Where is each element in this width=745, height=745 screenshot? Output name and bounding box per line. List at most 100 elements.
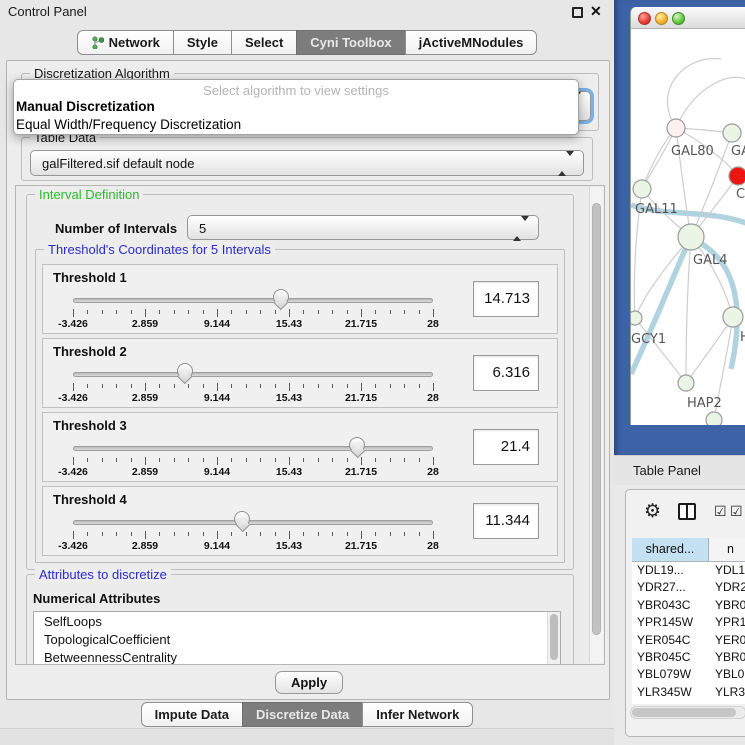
tab-discretize-data[interactable]: Discretize Data [242,702,363,727]
dropdown-option-equal-width-frequency[interactable]: Equal Width/Frequency Discretization [16,117,241,132]
table-row[interactable]: YIL052CYIL0 [632,701,745,704]
tab-style[interactable]: Style [173,30,232,55]
threshold-value-field[interactable]: 11.344 [473,503,539,539]
close-icon[interactable]: ✕ [590,3,602,20]
attribute-list-item[interactable]: TopologicalCoefficient [34,630,560,648]
network-icon [91,36,104,49]
app-root: Control Panel ✕ Network Style Select Cyn… [0,0,745,745]
network-node-label: HAP2 [687,396,722,411]
tab-jactivemnodules[interactable]: jActiveMNodules [405,30,538,55]
num-intervals-label: Number of Intervals [55,221,177,236]
dropdown-option-manual-discretization[interactable]: Manual Discretization [16,99,155,114]
zoom-traffic-light-icon[interactable] [672,12,685,25]
slider-thumb[interactable] [349,437,365,453]
slider-ticks [73,457,433,466]
vertical-scrollbar[interactable] [589,187,603,663]
scrollbar-thumb[interactable] [592,203,601,635]
tab-cyni-toolbox[interactable]: Cyni Toolbox [296,30,405,55]
table-panel: Table Panel ⚙ ☑ ☑ shared... n YDL19...YD… [614,455,745,745]
table-panel-titlebar: Table Panel [614,455,745,485]
float-window-icon[interactable] [572,7,583,18]
slider-track[interactable] [73,372,433,377]
slider-tick-labels: -3.4262.8599.14415.4321.71528 [73,466,433,478]
scrollbar-thumb[interactable] [632,708,736,717]
group-title: Interval Definition [35,187,143,202]
table-row[interactable]: YPR145WYPR1 [632,614,745,631]
slider-ticks [73,383,433,392]
table-data-combobox[interactable]: galFiltered.sif default node [30,150,584,176]
threshold-value-field[interactable]: 21.4 [473,429,539,465]
combo-value: galFiltered.sif default node [42,156,194,171]
network-node[interactable] [631,311,642,325]
table-row[interactable]: YER054CYER0 [632,632,745,649]
threshold-panel: Threshold 4-3.4262.8599.14415.4321.71528… [42,486,558,556]
table-toolbar: ⚙ ☑ ☑ [626,490,745,534]
checkbox-icon[interactable]: ☑ [714,503,727,520]
checkbox-icon[interactable]: ☑ [730,503,743,520]
tab-impute-data[interactable]: Impute Data [141,702,243,727]
column-header-name[interactable]: n [709,538,745,561]
network-node-label: GAL4 [693,253,727,268]
top-tab-bar: Network Style Select Cyni Toolbox jActiv… [0,30,614,55]
scrollbar-thumb[interactable] [550,614,558,660]
cyni-toolbox-content: Discretization Algorithm Select algorith… [6,60,610,700]
network-view-window: GAL80GACGAL11GAL4GCY1HHAP2 [630,7,745,425]
slider-track[interactable] [73,446,433,451]
settings-viewport: Interval Definition Number of Intervals … [15,185,605,665]
attribute-list-item[interactable]: BetweennessCentrality [34,648,560,665]
network-edge [676,77,745,128]
tab-label: Select [245,31,283,54]
tab-label: Discretize Data [256,703,349,726]
table-panel-box: ⚙ ☑ ☑ shared... n YDL19...YDL1YDR27...YD… [625,489,745,737]
panel-title: Control Panel [8,4,87,19]
table-row[interactable]: YLR345WYLR3 [632,684,745,701]
threshold-value-field[interactable]: 14.713 [473,281,539,317]
slider-thumb[interactable] [273,289,289,305]
close-traffic-light-icon[interactable] [638,12,651,25]
network-node[interactable] [706,412,722,425]
threshold-label: Threshold 2 [53,344,127,359]
table-row[interactable]: YBR045CYBR0 [632,649,745,666]
threshold-value-field[interactable]: 6.316 [473,355,539,391]
dropdown-placeholder: Select algorithm to view settings [14,83,578,98]
columns-icon[interactable] [678,503,696,520]
slider-track[interactable] [73,520,433,525]
tab-select[interactable]: Select [231,30,297,55]
network-node[interactable] [678,375,694,391]
numerical-attributes-list[interactable]: SelfLoopsTopologicalCoefficientBetweenne… [33,611,561,665]
combo-arrows-icon [513,221,529,236]
network-node[interactable] [678,224,704,250]
apply-button[interactable]: Apply [275,671,343,694]
table-row[interactable]: YBL079WYBL0 [632,666,745,683]
minimize-traffic-light-icon[interactable] [655,12,668,25]
slider-track[interactable] [73,298,433,303]
slider-thumb[interactable] [177,363,193,379]
attribute-list-item[interactable]: SelfLoops [34,612,560,630]
column-header-shared-name[interactable]: shared... [632,538,709,561]
slider-tick-labels: -3.4262.8599.14415.4321.71528 [73,318,433,330]
network-node[interactable] [729,167,745,185]
network-node-label: GA [731,144,745,159]
slider-thumb[interactable] [234,511,250,527]
table-row[interactable]: YBR043CYBR0 [632,597,745,614]
table-row[interactable]: YDL19...YDL1 [632,562,745,579]
tab-label: Impute Data [155,703,229,726]
threshold-label: Threshold 1 [53,270,127,285]
tab-network[interactable]: Network [77,30,174,55]
combo-arrows-icon [558,156,574,171]
network-edge [668,59,721,128]
num-intervals-combobox[interactable]: 5 [187,215,539,240]
network-node[interactable] [723,307,743,327]
network-window-titlebar[interactable] [631,7,745,29]
node-table: shared... n YDL19...YDL1YDR27...YDR2YBR0… [632,538,745,704]
tab-infer-network[interactable]: Infer Network [362,702,473,727]
network-graph-canvas[interactable]: GAL80GACGAL11GAL4GCY1HHAP2 [631,29,745,425]
network-node[interactable] [723,124,741,142]
gear-icon[interactable]: ⚙ [644,500,661,523]
list-scrollbar[interactable] [547,612,560,665]
network-node[interactable] [667,119,685,137]
table-data-group: Table Data galFiltered.sif default node [21,137,593,181]
horizontal-scrollbar[interactable] [630,706,745,719]
network-node[interactable] [633,180,651,198]
table-row[interactable]: YDR27...YDR2 [632,579,745,596]
